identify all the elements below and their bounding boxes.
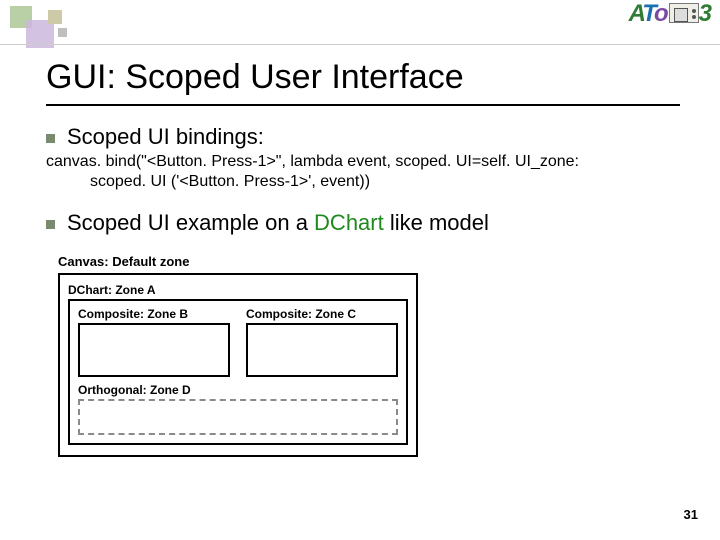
title-underline [46, 104, 680, 106]
header-thin-rule [0, 44, 720, 45]
dchart-box: Composite: Zone B Composite: Zone C Orth… [68, 299, 408, 445]
logo-letter: 3 [699, 0, 710, 27]
canvas-box: DChart: Zone A Composite: Zone B Composi… [58, 273, 418, 457]
logo-letter: A [629, 0, 643, 27]
text-span: Scoped UI example on a [67, 210, 314, 235]
logo: ATo 3 [629, 0, 710, 28]
code-line: scoped. UI ('<Button. Press-1>', event)) [46, 172, 680, 192]
square-bullet-icon [46, 134, 55, 143]
composite-label: Composite: Zone B [78, 307, 230, 321]
highlight-text: DChart [314, 210, 384, 235]
slide: ATo 3 GUI: Scoped User Interface Scoped U… [0, 0, 720, 540]
bullet-text: Scoped UI bindings: [67, 124, 264, 150]
logo-chip-icon [669, 3, 699, 23]
corner-decoration [0, 0, 720, 50]
deco-square [48, 10, 62, 24]
code-snippet: canvas. bind("<Button. Press-1>", lambda… [46, 152, 680, 192]
orthogonal-box [78, 399, 398, 435]
composite-c: Composite: Zone C [246, 307, 398, 377]
text-span: like model [384, 210, 489, 235]
canvas-label: Canvas: Default zone [58, 254, 680, 269]
composite-label: Composite: Zone C [246, 307, 398, 321]
composites-row: Composite: Zone B Composite: Zone C [78, 307, 398, 377]
code-line: canvas. bind("<Button. Press-1>", lambda… [46, 153, 579, 170]
dchart-label: DChart: Zone A [68, 283, 408, 297]
composite-b: Composite: Zone B [78, 307, 230, 377]
bullet-item: Scoped UI example on a DChart like model [46, 210, 680, 236]
diagram: Canvas: Default zone DChart: Zone A Comp… [58, 254, 680, 457]
square-bullet-icon [46, 220, 55, 229]
logo-letter: o [654, 0, 667, 27]
page-number: 31 [684, 507, 698, 522]
bullet-text: Scoped UI example on a DChart like model [67, 210, 489, 236]
slide-title: GUI: Scoped User Interface [46, 58, 464, 97]
deco-square [58, 28, 67, 37]
logo-letter: T [642, 0, 654, 27]
bullet-item: Scoped UI bindings: [46, 124, 680, 150]
orthogonal-label: Orthogonal: Zone D [78, 383, 398, 397]
slide-body: Scoped UI bindings: canvas. bind("<Butto… [46, 124, 680, 457]
composite-box [246, 323, 398, 377]
composite-box [78, 323, 230, 377]
